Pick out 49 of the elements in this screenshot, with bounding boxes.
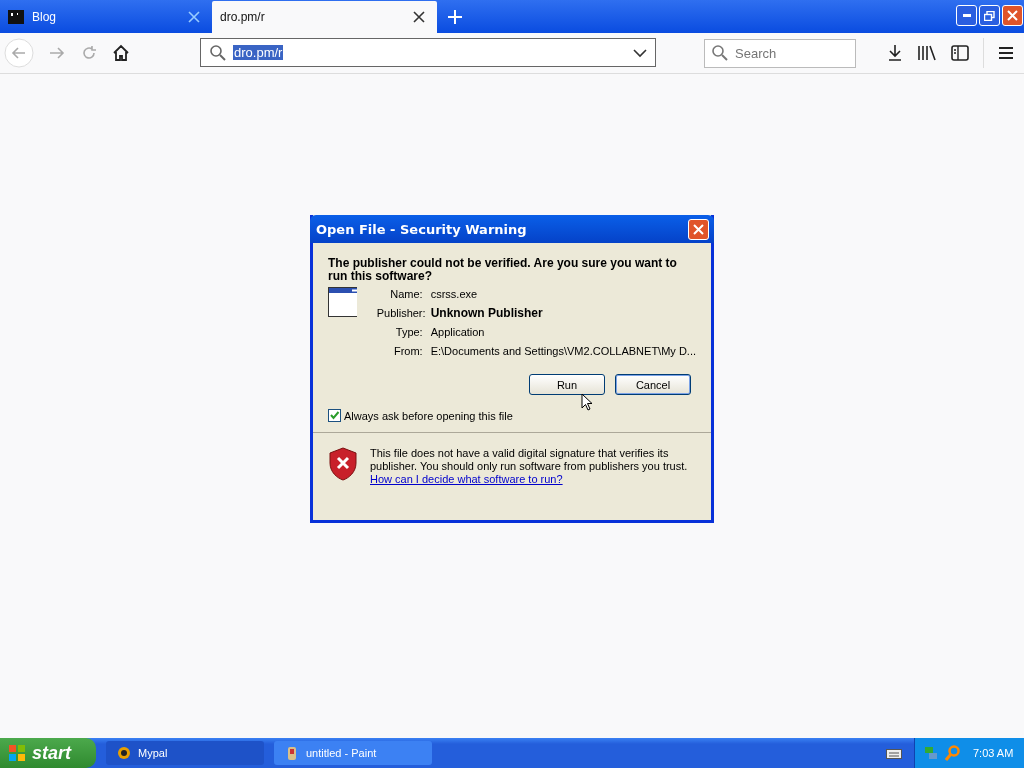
close-icon <box>693 223 704 235</box>
field-label: Publisher: <box>376 306 423 320</box>
keyboard-icon[interactable] <box>886 747 902 759</box>
start-button[interactable]: start <box>0 738 96 768</box>
shield-icon <box>328 447 358 481</box>
checkbox[interactable] <box>328 409 341 422</box>
application-icon <box>328 287 357 317</box>
help-link[interactable]: How can I decide what software to run? <box>370 473 563 485</box>
close-button[interactable] <box>688 218 709 240</box>
restore-icon <box>984 10 995 21</box>
clock: 7:03 AM <box>973 747 1014 759</box>
cursor-icon <box>581 393 593 411</box>
field-label: Name: <box>389 287 423 301</box>
dialog-button[interactable]: Run <box>529 374 605 395</box>
close-button[interactable] <box>1002 5 1023 26</box>
field-value: Unknown Publisher <box>430 306 544 320</box>
dialog-button[interactable]: Cancel <box>615 374 691 395</box>
dialog-question: The publisher could not be verified. Are you sure you want to run this software? <box>328 257 678 283</box>
search-icon <box>711 43 729 62</box>
new-tab-icon[interactable] <box>447 9 463 25</box>
taskbar-item[interactable]: untitled - Paint <box>274 741 432 765</box>
restore-button[interactable] <box>979 5 1000 26</box>
minimize-icon <box>962 14 971 17</box>
checkbox-label[interactable]: Always ask before opening this file <box>344 409 513 422</box>
browser-tab[interactable]: Blog <box>0 1 212 33</box>
library-icon[interactable] <box>917 45 937 61</box>
menu-icon[interactable] <box>998 46 1014 60</box>
sidebar-icon[interactable] <box>951 45 969 61</box>
warning-text: This file does not have a valid digital signature that verifies its publisher. You should only run software from publishers you trust. <box>370 447 689 473</box>
taskbar-item[interactable]: Mypal <box>106 741 264 765</box>
home-icon[interactable] <box>112 44 130 62</box>
minimize-button[interactable] <box>956 5 977 26</box>
close-icon[interactable] <box>413 11 425 23</box>
field-value: csrss.exe <box>430 287 479 301</box>
browser-tab[interactable]: dro.pm/r <box>212 1 437 33</box>
search-icon <box>209 43 227 62</box>
dropdown-icon[interactable] <box>633 47 647 58</box>
windows-logo-icon <box>8 744 26 762</box>
site-icon <box>8 10 24 24</box>
search-field[interactable]: Search <box>704 38 856 68</box>
field-label: Type: <box>394 325 423 339</box>
dialog-title: Open File - Security Warning <box>316 221 528 237</box>
field-value: E:\Documents and Settings\VM2.COLLABNET\My D... <box>430 344 696 358</box>
download-icon[interactable] <box>887 44 903 62</box>
address-bar[interactable]: dro.pm/r <box>200 38 656 67</box>
field-value: Application <box>430 325 486 339</box>
field-label: From: <box>392 344 423 358</box>
close-icon <box>1007 10 1018 21</box>
app-icon <box>116 745 132 761</box>
